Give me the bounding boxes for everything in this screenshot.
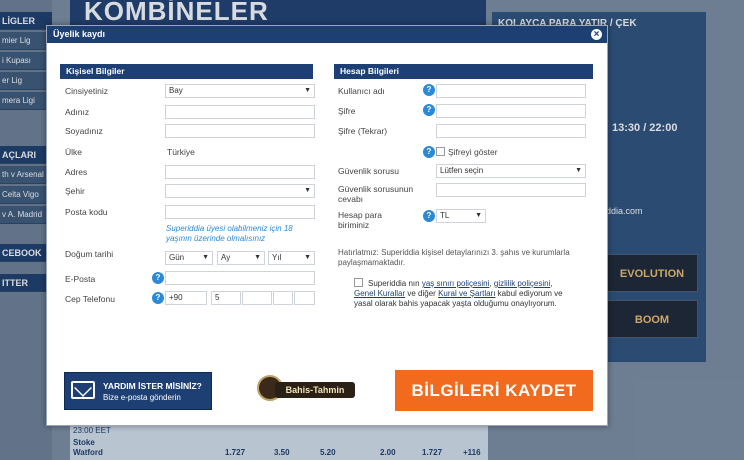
dob-label: Doğum tarihi: [65, 249, 114, 259]
security-question-select[interactable]: Lütfen seçin ▼: [436, 164, 586, 178]
email-label: E-Posta: [65, 274, 96, 284]
chevron-down-icon: ▼: [475, 212, 482, 219]
dob-day-value: Gün: [169, 253, 185, 262]
phone-part-input[interactable]: [294, 291, 315, 305]
password-help-icon[interactable]: ?: [423, 104, 435, 116]
envelope-icon: [71, 381, 95, 399]
name-label: Adınız: [65, 107, 90, 117]
dob-month-select[interactable]: Ay ▼: [217, 251, 265, 265]
help-email-button[interactable]: YARDIM İSTER MİSİNİZ? Bize e-posta gönde…: [64, 372, 212, 410]
security-answer-input[interactable]: [436, 183, 586, 197]
username-help-icon[interactable]: ?: [423, 84, 435, 96]
address-label: Adres: [65, 167, 88, 177]
age-requirement-note: Superiddia üyesi olabilmeniz için 18 yaş…: [166, 224, 293, 243]
security-question-value: Lütfen seçin: [440, 166, 484, 175]
password-label: Şifre: [338, 106, 356, 116]
currency-select[interactable]: TL ▼: [436, 209, 486, 223]
dob-day-select[interactable]: Gün ▼: [165, 251, 213, 265]
personal-info-heading: Kişisel Bilgiler: [60, 64, 313, 79]
privacy-reminder: Hatırlatmız: Superiddia kişisel detaylar…: [338, 248, 570, 267]
city-select[interactable]: ▼: [165, 184, 315, 198]
password-repeat-input[interactable]: [436, 124, 586, 138]
gender-select[interactable]: Bay ▼: [165, 84, 315, 98]
security-question-label: Güvenlik sorusu: [338, 166, 399, 176]
phone-part-input[interactable]: [242, 291, 272, 305]
security-answer-label: Güvenlik sorusunun cevabı: [338, 184, 414, 204]
country-label: Ülke: [65, 147, 83, 157]
general-rules-link[interactable]: Genel Kurallar: [354, 289, 405, 298]
terms-conditions-link[interactable]: Kural ve Şartları: [438, 289, 495, 298]
surname-label: Soyadınız: [65, 126, 103, 136]
chevron-down-icon: ▼: [202, 254, 209, 261]
username-input[interactable]: [436, 84, 586, 98]
dob-month-value: Ay: [221, 253, 231, 262]
surname-input[interactable]: [165, 124, 315, 138]
name-input[interactable]: [165, 105, 315, 119]
account-info-heading: Hesap Bilgileri: [334, 64, 593, 79]
terms-mid: ve diğer: [407, 289, 436, 298]
close-icon[interactable]: ×: [590, 28, 603, 41]
email-help-icon[interactable]: ?: [152, 272, 164, 284]
terms-prefix: Superiddia nın: [368, 279, 420, 288]
chevron-down-icon: ▼: [304, 254, 311, 261]
email-input[interactable]: [165, 271, 315, 285]
postcode-input[interactable]: [165, 205, 315, 219]
save-info-button[interactable]: BİLGİLERİ KAYDET: [395, 370, 593, 411]
chevron-down-icon: ▼: [304, 187, 311, 194]
logo-text: Bahis-Tahmin: [275, 382, 355, 398]
show-password-help-icon[interactable]: ?: [423, 146, 435, 158]
chevron-down-icon: ▼: [575, 167, 582, 174]
country-value: Türkiye: [167, 147, 195, 157]
password-input[interactable]: [436, 104, 586, 118]
chevron-down-icon: ▼: [304, 87, 311, 94]
help-title: YARDIM İSTER MİSİNİZ?: [103, 381, 202, 391]
phone-part-input[interactable]: [273, 291, 293, 305]
terms-text: Superiddia nın yaş sınırı poliçesini, gi…: [354, 279, 563, 308]
postcode-label: Posta kodu: [65, 207, 108, 217]
modal-title: Üyelik kaydı: [47, 26, 607, 43]
city-label: Şehir: [65, 186, 85, 196]
bahis-tahmin-logo: Bahis-Tahmin: [257, 375, 357, 407]
phone-country-code-input[interactable]: +90: [165, 291, 207, 305]
age-policy-link[interactable]: yaş sınırı poliçesini: [422, 279, 490, 288]
privacy-policy-link[interactable]: gizlilik poliçesini: [494, 279, 550, 288]
show-password-checkbox[interactable]: [436, 147, 445, 156]
dob-year-select[interactable]: Yıl ▼: [268, 251, 315, 265]
phone-help-icon[interactable]: ?: [152, 292, 164, 304]
phone-prefix-input[interactable]: 5: [211, 291, 241, 305]
address-input[interactable]: [165, 165, 315, 179]
username-label: Kullanıcı adı: [338, 86, 385, 96]
phone-label: Cep Telefonu: [65, 294, 115, 304]
chevron-down-icon: ▼: [254, 254, 261, 261]
registration-modal: Üyelik kaydı × Kişisel Bilgiler Cinsiyet…: [46, 25, 608, 426]
dob-year-value: Yıl: [272, 253, 282, 262]
gender-value: Bay: [169, 86, 183, 95]
currency-help-icon[interactable]: ?: [423, 210, 435, 222]
help-subtitle: Bize e-posta gönderin: [103, 393, 181, 402]
password-repeat-label: Şifre (Tekrar): [338, 126, 388, 136]
show-password-label: Şifreyi göster: [448, 147, 498, 157]
gender-label: Cinsiyetiniz: [65, 86, 108, 96]
currency-label: Hesap para biriminiz: [338, 210, 382, 230]
currency-value: TL: [440, 211, 450, 220]
